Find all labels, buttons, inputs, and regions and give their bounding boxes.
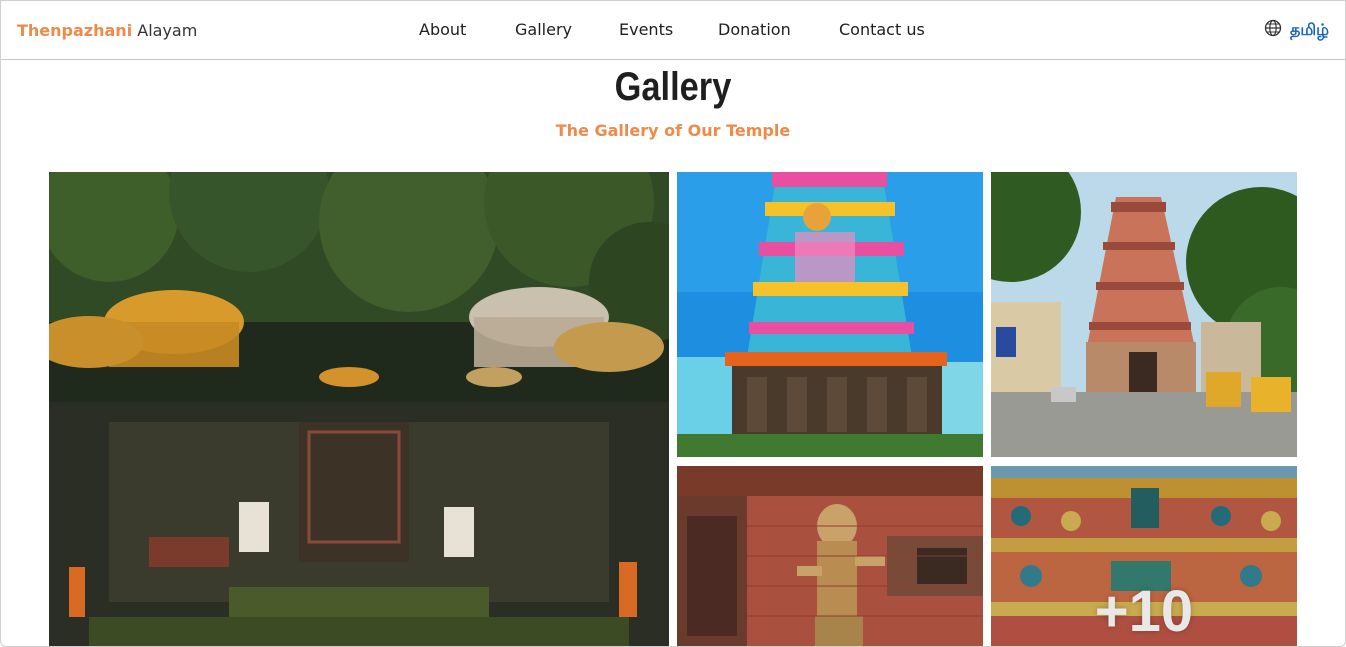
language-label: தமிழ் [1289, 19, 1329, 39]
nav-link-events[interactable]: Events [619, 20, 673, 39]
language-switcher[interactable]: தமிழ் [1264, 19, 1329, 41]
app-window: Thenpazhani Alayam About Gallery Events … [0, 0, 1346, 647]
top-navbar: Thenpazhani Alayam About Gallery Events … [1, 1, 1345, 60]
nav-link-about[interactable]: About [419, 20, 466, 39]
page-subtitle: The Gallery of Our Temple [555, 121, 791, 140]
nav-link-donation[interactable]: Donation [718, 20, 791, 39]
globe-icon [1264, 19, 1282, 41]
page-title: Gallery [614, 65, 732, 109]
brand-secondary: Alayam [132, 21, 198, 40]
gallery-image-temple-street[interactable] [991, 172, 1297, 457]
gallery-image-gopuram-closeup[interactable]: +10 [991, 466, 1297, 646]
brand-primary: Thenpazhani [17, 21, 133, 40]
brand-logo[interactable]: Thenpazhani Alayam [17, 21, 197, 40]
nav-link-contact[interactable]: Contact us [839, 20, 925, 39]
nav-link-gallery[interactable]: Gallery [515, 20, 572, 39]
gallery-image-goddess-statue[interactable] [677, 466, 983, 646]
gallery-image-colorful-gopuram[interactable] [677, 172, 983, 457]
more-images-count[interactable]: +10 [991, 466, 1297, 646]
gallery-image-forest-shrine[interactable] [49, 172, 669, 646]
